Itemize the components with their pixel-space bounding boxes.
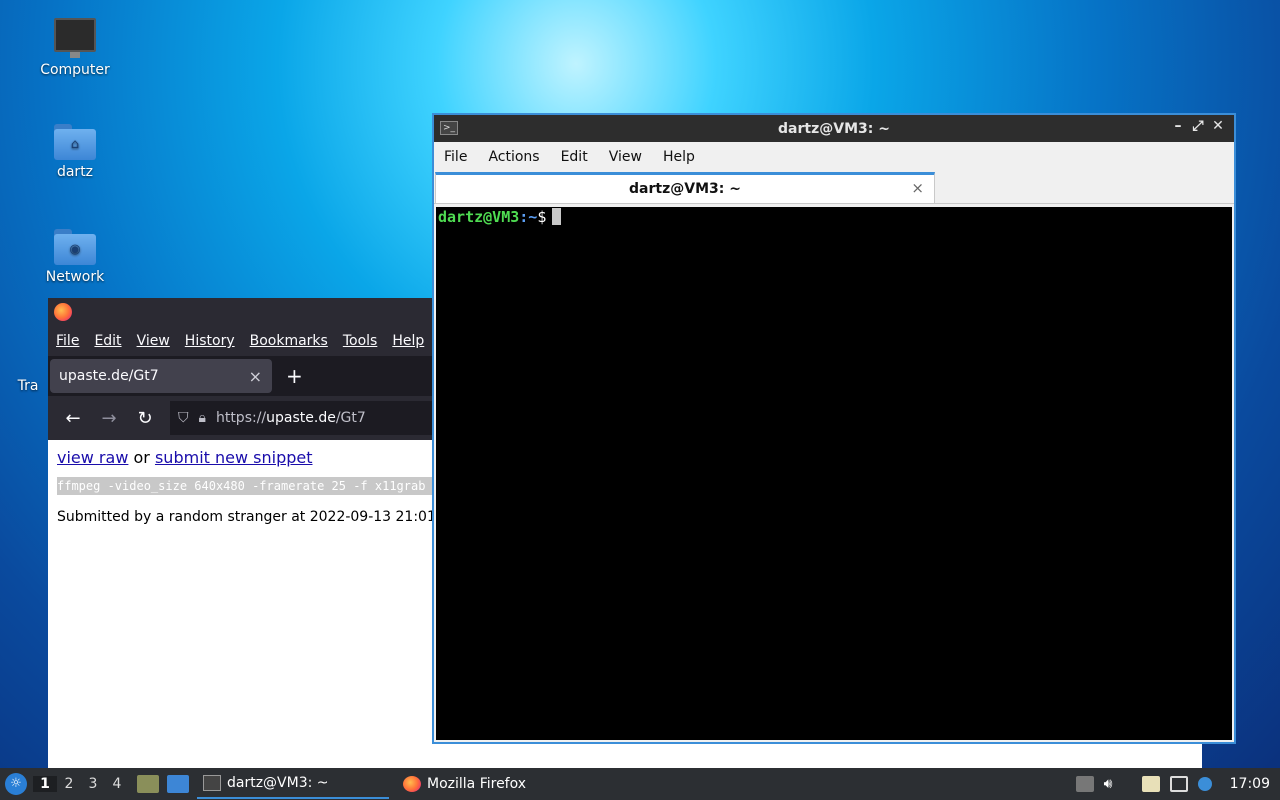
desktop-icon-computer[interactable]: Computer [25, 18, 125, 78]
view-raw-link[interactable]: view raw [57, 448, 128, 467]
volume-icon[interactable]: 🔊︎ [1104, 776, 1122, 792]
clock[interactable]: 17:09 [1230, 776, 1270, 792]
computer-icon [54, 18, 96, 58]
text-cursor [552, 208, 562, 225]
minimize-icon[interactable]: – [1168, 118, 1188, 134]
menu-actions[interactable]: Actions [488, 149, 539, 165]
terminal-icon: >_ [440, 121, 458, 135]
update-notifier-icon[interactable] [1197, 777, 1212, 791]
menu-help[interactable]: Help [663, 149, 695, 165]
close-icon[interactable]: × [249, 367, 262, 386]
terminal-titlebar[interactable]: >_ dartz@VM3: ~ – ⤢ ✕ [434, 115, 1234, 142]
show-desktop-icon[interactable] [167, 775, 189, 793]
prompt-sign: $ [537, 208, 547, 226]
menu-help[interactable]: Help [392, 333, 424, 349]
menu-history[interactable]: History [185, 333, 235, 349]
menu-bookmarks[interactable]: Bookmarks [250, 333, 328, 349]
back-arrow-icon[interactable]: ← [62, 408, 84, 429]
file-manager-icon[interactable] [137, 775, 159, 793]
task-label: Mozilla Firefox [427, 776, 527, 792]
network-folder-icon: ◉ [54, 229, 96, 265]
menu-view[interactable]: View [137, 333, 170, 349]
tab-upaste[interactable]: upaste.de/Gt7 × [50, 359, 272, 393]
maximize-icon[interactable]: ⤢ [1188, 118, 1208, 134]
terminal-tabbar: dartz@VM3: ~ × [434, 172, 1234, 204]
workspace-4[interactable]: 4 [105, 776, 129, 792]
desktop-icon-label: Computer [40, 62, 110, 78]
menu-edit[interactable]: Edit [94, 333, 121, 349]
workspace-3[interactable]: 3 [81, 776, 105, 792]
desktop-icon-network[interactable]: ◉ Network [25, 229, 125, 285]
task-label: dartz@VM3: ~ [227, 775, 329, 791]
terminal-icon [203, 775, 221, 791]
or-text: or [133, 448, 150, 467]
terminal-tab[interactable]: dartz@VM3: ~ × [435, 172, 935, 204]
workspace-2[interactable]: 2 [57, 776, 81, 792]
menu-tools[interactable]: Tools [343, 333, 378, 349]
desktop-icon-label: dartz [56, 164, 94, 180]
task-terminal[interactable]: dartz@VM3: ~ [197, 769, 389, 799]
url-host: upaste.de [266, 410, 336, 426]
start-menu-icon[interactable]: ☼ [5, 773, 27, 795]
url-path: /Gt7 [335, 410, 366, 426]
system-tray: 🔊︎ 17:09 [1075, 768, 1280, 800]
new-tab-button[interactable]: + [286, 364, 303, 388]
terminal-tab-title: dartz@VM3: ~ [629, 181, 741, 197]
close-icon[interactable]: ✕ [1208, 118, 1228, 134]
tab-close-icon[interactable]: × [911, 179, 924, 197]
menu-file[interactable]: File [56, 333, 79, 349]
eject-icon[interactable] [1075, 776, 1094, 792]
prompt-user: dartz@VM3 [438, 208, 520, 226]
reload-icon[interactable]: ↻ [134, 408, 156, 429]
submit-new-snippet-link[interactable]: submit new snippet [155, 448, 313, 467]
workspace-switcher: 1 2 3 4 [33, 776, 129, 792]
firefox-icon [54, 303, 72, 321]
url-scheme: https:// [215, 410, 267, 426]
desktop-icon-home[interactable]: ⌂ dartz [25, 124, 125, 180]
desktop-icon-label: Network [45, 269, 105, 285]
terminal-window: >_ dartz@VM3: ~ – ⤢ ✕ File Actions Edit … [432, 113, 1236, 744]
task-firefox[interactable]: Mozilla Firefox [397, 769, 532, 799]
taskbar: ☼ 1 2 3 4 dartz@VM3: ~ Mozilla Firefox 🔊… [0, 768, 1280, 800]
lock-icon[interactable]: 🔒︎ [199, 410, 206, 426]
menu-edit[interactable]: Edit [561, 149, 588, 165]
clipboard-icon[interactable] [1141, 776, 1160, 792]
tab-title: upaste.de/Gt7 [59, 368, 159, 384]
workspace-1[interactable]: 1 [33, 776, 57, 792]
shield-icon[interactable]: ⛉ [178, 410, 189, 426]
forward-arrow-icon[interactable]: → [98, 408, 120, 429]
terminal-screen[interactable]: dartz@VM3:~$ [436, 207, 1232, 740]
prompt-path: :~ [519, 208, 538, 226]
network-icon[interactable] [1169, 776, 1188, 792]
terminal-menubar: File Actions Edit View Help [434, 142, 1234, 172]
menu-file[interactable]: File [444, 149, 467, 165]
code-snippet: ffmpeg -video_size 640x480 -framerate 25… [57, 477, 437, 495]
firefox-icon [403, 776, 421, 792]
home-folder-icon: ⌂ [54, 124, 96, 160]
window-title: dartz@VM3: ~ [778, 120, 890, 137]
menu-view[interactable]: View [609, 149, 642, 165]
